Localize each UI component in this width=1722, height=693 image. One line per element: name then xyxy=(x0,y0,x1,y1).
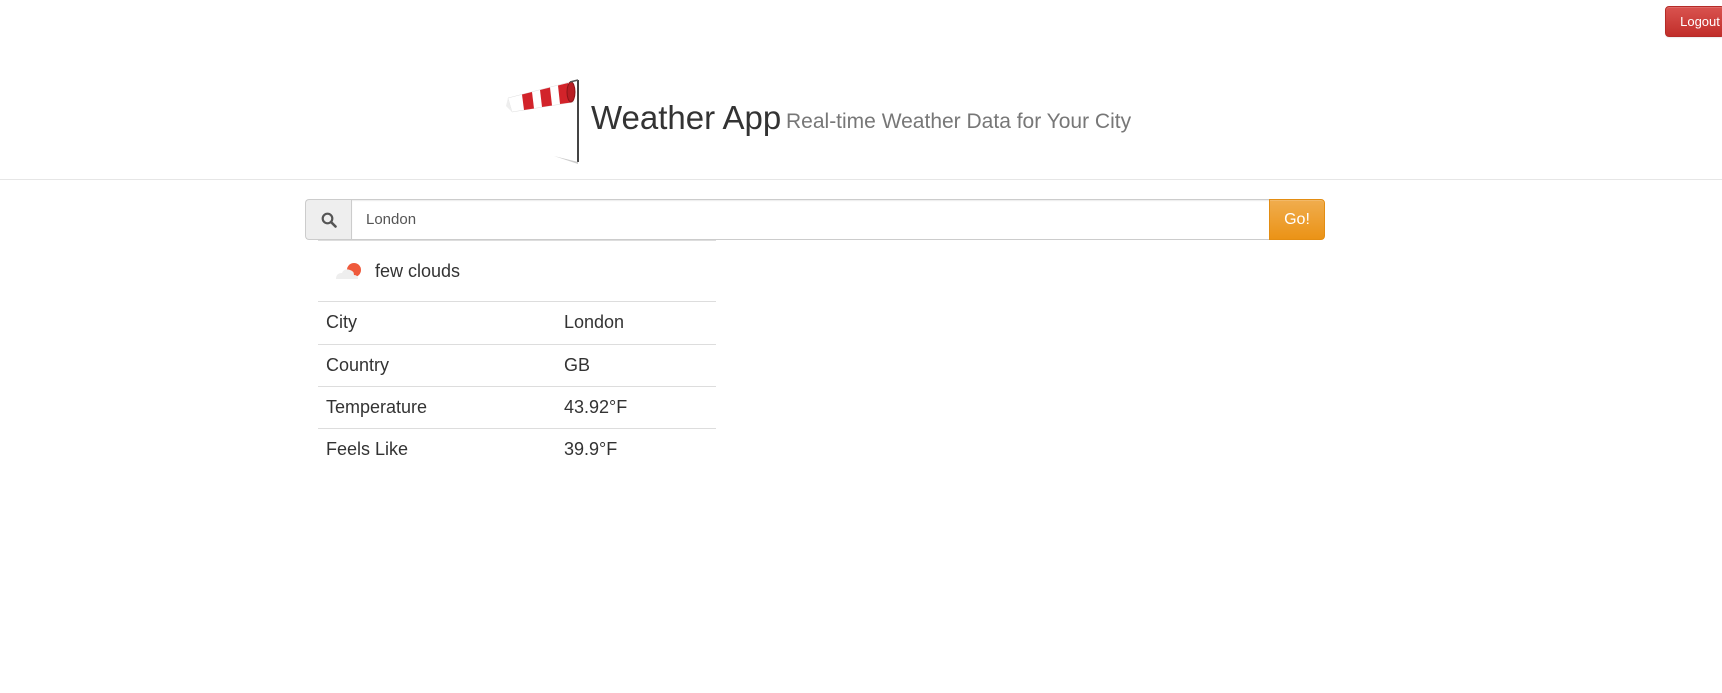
table-row: City London xyxy=(318,302,716,345)
row-value: London xyxy=(556,302,716,345)
condition-text: few clouds xyxy=(375,261,461,281)
table-row: Country GB xyxy=(318,344,716,387)
weather-app-page: Logout Weather App Real-time Weather Dat… xyxy=(0,0,1722,693)
row-label: Country xyxy=(318,344,556,387)
table-row: Temperature 43.92°F xyxy=(318,386,716,429)
windsock-icon xyxy=(506,79,579,164)
city-search-group: Go! xyxy=(305,199,1325,240)
go-button[interactable]: Go! xyxy=(1269,199,1325,240)
row-label: Temperature xyxy=(318,386,556,429)
row-label: City xyxy=(318,302,556,345)
row-value: 39.9°F xyxy=(564,438,618,459)
weather-condition: few clouds xyxy=(318,241,716,302)
few-clouds-icon xyxy=(336,263,361,279)
row-value: GB xyxy=(556,344,716,387)
page-header: Weather App Real-time Weather Data for Y… xyxy=(0,0,1722,180)
app-title: Weather App xyxy=(591,99,782,136)
weather-table: City London Country GB Temperature 43.92… xyxy=(318,302,716,470)
row-value: 43.92°F xyxy=(556,386,716,429)
city-search-input[interactable] xyxy=(351,199,1275,240)
table-row: Feels Like 39.9°F xyxy=(318,428,716,470)
search-addon xyxy=(305,199,351,240)
app-subtitle: Real-time Weather Data for Your City xyxy=(786,110,1132,133)
search-icon xyxy=(321,212,337,228)
weather-results: few clouds City London Country GB Temper… xyxy=(318,240,716,470)
row-label: Feels Like xyxy=(326,438,409,459)
